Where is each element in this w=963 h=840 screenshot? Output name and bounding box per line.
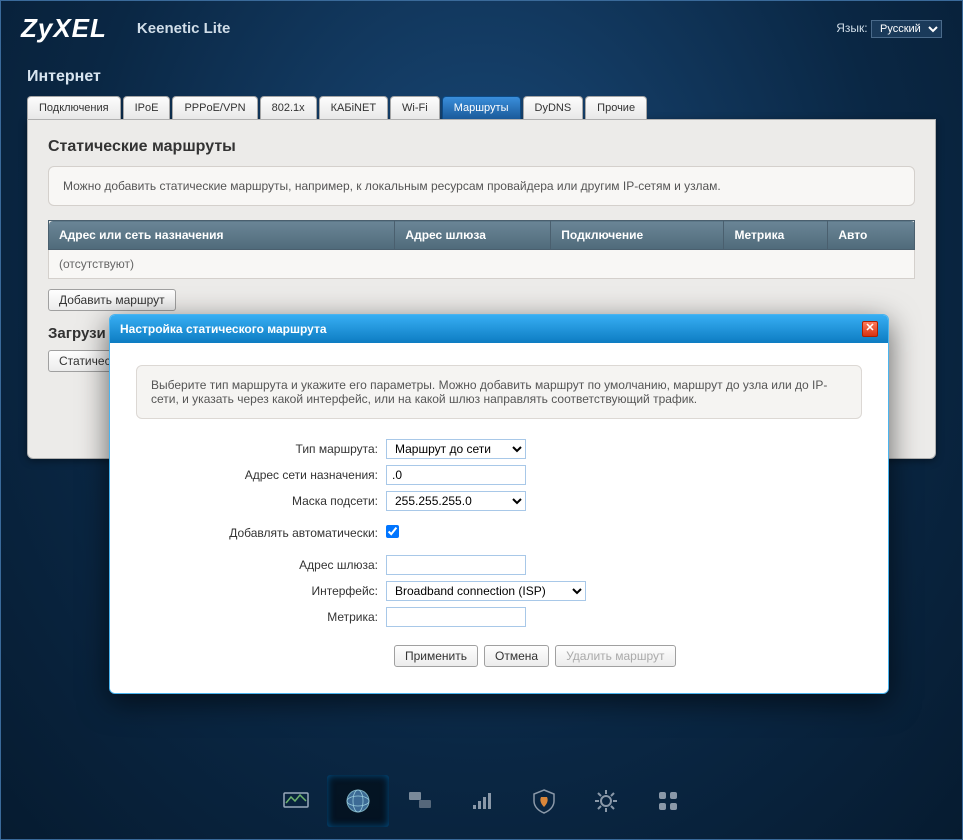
dock-globe-icon[interactable]: [327, 775, 389, 827]
tab-8021x[interactable]: 802.1x: [260, 96, 317, 119]
tab-ipoe[interactable]: IPoE: [123, 96, 171, 119]
col-auto: Авто: [828, 221, 915, 250]
panel-title: Статические маршруты: [48, 138, 915, 156]
delete-route-button[interactable]: Удалить маршрут: [555, 645, 675, 667]
section-title: Интернет: [1, 56, 962, 96]
table-row: (отсутствуют): [49, 250, 915, 279]
dock-apps-icon[interactable]: [637, 775, 699, 827]
gateway-input[interactable]: [386, 555, 526, 575]
apply-button[interactable]: Применить: [394, 645, 478, 667]
dialog-info: Выберите тип маршрута и укажите его пара…: [136, 365, 862, 419]
subnet-mask-label: Маска подсети:: [136, 494, 386, 508]
dock-system-icon[interactable]: [575, 775, 637, 827]
routes-table: Адрес или сеть назначения Адрес шлюза По…: [48, 220, 915, 279]
interface-select[interactable]: Broadband connection (ISP): [386, 581, 586, 601]
subnet-mask-select[interactable]: 255.255.255.0: [386, 491, 526, 511]
dock-wifi-icon[interactable]: [451, 775, 513, 827]
tab-other[interactable]: Прочие: [585, 96, 647, 119]
tab-kabinet[interactable]: КАБiNET: [319, 96, 388, 119]
dest-network-input[interactable]: [386, 465, 526, 485]
metric-input[interactable]: [386, 607, 526, 627]
col-gateway: Адрес шлюза: [395, 221, 551, 250]
dock-monitor-icon[interactable]: [265, 775, 327, 827]
panel-info: Можно добавить статические маршруты, нап…: [48, 166, 915, 206]
auto-add-label: Добавлять автоматически:: [136, 526, 386, 540]
interface-label: Интерфейс:: [136, 584, 386, 598]
tabbar: Подключения IPoE PPPoE/VPN 802.1x КАБiNE…: [1, 96, 962, 119]
bottom-dock: [265, 775, 699, 827]
route-dialog: Настройка статического маршрута ✕ Выбери…: [109, 314, 889, 694]
dock-security-icon[interactable]: [513, 775, 575, 827]
route-type-select[interactable]: Маршрут до сети: [386, 439, 526, 459]
dialog-title-text: Настройка статического маршрута: [120, 322, 327, 336]
model-name: Keenetic Lite: [137, 20, 230, 37]
dock-clients-icon[interactable]: [389, 775, 451, 827]
dest-network-label: Адрес сети назначения:: [136, 468, 386, 482]
empty-cell: (отсутствуют): [49, 250, 915, 279]
col-dest: Адрес или сеть назначения: [49, 221, 395, 250]
cancel-button[interactable]: Отмена: [484, 645, 549, 667]
tab-routes[interactable]: Маршруты: [442, 96, 521, 119]
tab-dydns[interactable]: DyDNS: [523, 96, 584, 119]
language-select[interactable]: Русский: [871, 20, 942, 38]
tab-connections[interactable]: Подключения: [27, 96, 121, 119]
tab-pppoe[interactable]: PPPoE/VPN: [172, 96, 257, 119]
auto-add-checkbox[interactable]: [386, 525, 399, 538]
add-route-button[interactable]: Добавить маршрут: [48, 289, 176, 311]
gateway-label: Адрес шлюза:: [136, 558, 386, 572]
col-metric: Метрика: [724, 221, 828, 250]
close-icon[interactable]: ✕: [862, 321, 878, 337]
route-type-label: Тип маршрута:: [136, 442, 386, 456]
metric-label: Метрика:: [136, 610, 386, 624]
col-connection: Подключение: [551, 221, 724, 250]
brand-logo: ZyXEL: [21, 13, 107, 44]
tab-wifi[interactable]: Wi-Fi: [390, 96, 440, 119]
language-label: Язык:: [836, 21, 867, 35]
